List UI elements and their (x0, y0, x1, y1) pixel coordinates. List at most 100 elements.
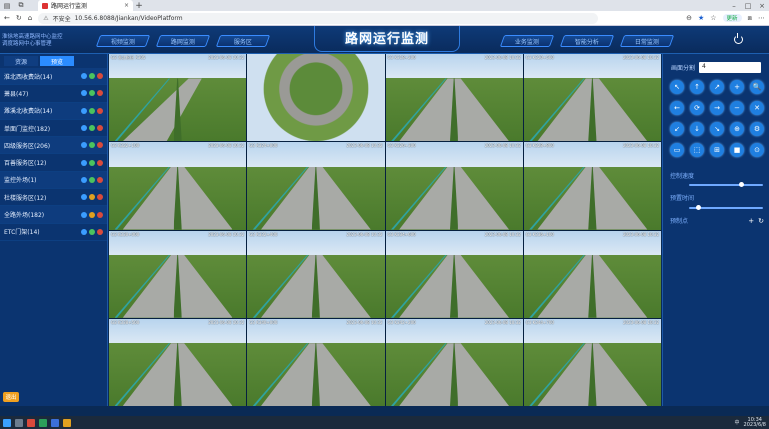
status-dot-icon[interactable] (89, 228, 95, 235)
camera-feed[interactable]: G3 K326+300 2023-06-08 10:32 (385, 142, 523, 230)
camera-feed[interactable]: G3 K320+500 2023-06-08 10:32 (523, 54, 661, 142)
status-dot-icon[interactable] (97, 211, 103, 218)
start-icon[interactable] (3, 418, 11, 427)
camera-feed[interactable]: G3 K332+400 2023-06-08 10:32 (247, 230, 385, 318)
refresh-icon[interactable]: ↻ (16, 14, 22, 22)
camera-group-item[interactable]: 淮北西收费站(14) (0, 68, 107, 86)
status-dot-icon[interactable] (97, 73, 103, 80)
status-dot-icon[interactable] (81, 73, 87, 80)
preset-time-slider[interactable] (689, 205, 763, 210)
status-dot-icon[interactable] (89, 159, 95, 166)
ptz-button[interactable]: ↓ (690, 122, 704, 136)
camera-group-item[interactable]: 全路外场(182) (0, 206, 107, 224)
add-preset-icon[interactable]: + (748, 217, 754, 225)
power-icon[interactable] (734, 33, 743, 44)
ptz-button[interactable]: ↙ (670, 122, 684, 136)
refresh-preset-icon[interactable]: ↻ (758, 217, 764, 225)
status-dot-icon[interactable] (97, 194, 103, 201)
status-dot-icon[interactable] (81, 125, 87, 132)
ptz-button[interactable]: ↑ (690, 80, 704, 94)
status-dot-icon[interactable] (81, 107, 87, 114)
exit-button[interactable]: 退出 (3, 392, 19, 402)
tab-actions-icon[interactable]: ⧉ (14, 0, 28, 11)
ptz-button[interactable]: → (710, 101, 724, 115)
speed-slider[interactable] (689, 182, 763, 187)
ptz-button[interactable]: ⊞ (710, 143, 724, 157)
window-menu-icon[interactable]: ▤ (0, 0, 14, 11)
speed-slider-knob[interactable] (738, 182, 744, 187)
nav-road-monitor[interactable]: 路网监测 (155, 35, 211, 47)
nav-video-monitor[interactable]: 视频监测 (95, 35, 151, 47)
more-icon[interactable]: ⋯ (758, 14, 765, 22)
minimize-icon[interactable]: – (727, 0, 741, 11)
camera-feed[interactable]: G3 K328+800 2023-06-08 10:32 (523, 142, 661, 230)
camera-feed[interactable]: G3 K336+100 2023-06-08 10:32 (523, 230, 661, 318)
status-dot-icon[interactable] (89, 73, 95, 80)
favorites-icon[interactable]: ☆ (710, 14, 716, 22)
nav-smart-analysis[interactable]: 智能分析 (559, 35, 615, 47)
ptz-button[interactable]: ⚙ (750, 122, 764, 136)
app-icon[interactable] (51, 418, 59, 427)
camera-feed[interactable]: G3 K322+100 2023-06-08 10:32 (109, 142, 247, 230)
status-dot-icon[interactable] (81, 90, 87, 97)
camera-group-item[interactable]: 监控外场(1) (0, 171, 107, 190)
camera-group-item[interactable]: 杜楼服务区(12) (0, 189, 107, 207)
status-dot-icon[interactable] (97, 142, 103, 149)
star-icon[interactable]: ★ (698, 14, 704, 22)
ptz-button[interactable]: ⟳ (690, 101, 704, 115)
camera-feed[interactable]: G3 K334+600 2023-06-08 10:32 (385, 230, 523, 318)
back-icon[interactable]: ← (4, 14, 10, 22)
ptz-button[interactable]: − (730, 101, 744, 115)
status-dot-icon[interactable] (81, 194, 87, 201)
status-dot-icon[interactable] (89, 107, 95, 114)
ptz-button[interactable]: ↗ (710, 80, 724, 94)
ptz-button[interactable]: ✕ (750, 101, 764, 115)
tab-preview[interactable]: 预览 (40, 56, 74, 66)
sync-pill[interactable]: 更新 (722, 14, 742, 22)
nav-service-area[interactable]: 服务区 (215, 35, 271, 47)
window-close-icon[interactable]: × (755, 0, 769, 11)
camera-group-item[interactable]: 四级服务区(206) (0, 137, 107, 155)
maximize-icon[interactable]: □ (741, 0, 755, 11)
close-icon[interactable]: × (124, 2, 129, 9)
ptz-button[interactable]: ⊙ (750, 143, 764, 157)
preset-time-slider-knob[interactable] (695, 205, 701, 210)
status-dot-icon[interactable] (97, 176, 103, 183)
folder-icon[interactable] (63, 418, 71, 427)
camera-feed[interactable]: G3 K344+700 2023-06-08 10:32 (523, 318, 661, 406)
ptz-button[interactable]: ↘ (710, 122, 724, 136)
tab-resources[interactable]: 资源 (4, 56, 38, 66)
ptz-button[interactable]: ← (670, 101, 684, 115)
camera-feed[interactable]: G3 K342+200 2023-06-08 10:32 (385, 318, 523, 406)
ptz-button[interactable]: 🔍 (750, 80, 764, 94)
camera-feed[interactable] (247, 54, 385, 142)
app-icon[interactable] (27, 418, 35, 427)
status-dot-icon[interactable] (97, 107, 103, 114)
status-dot-icon[interactable] (81, 176, 87, 183)
camera-feed[interactable]: G3 K330+000 2023-06-08 10:32 (109, 230, 247, 318)
lang-indicator[interactable]: 中 (735, 419, 740, 426)
status-dot-icon[interactable] (89, 176, 95, 183)
camera-feed[interactable]: G3 K318+200 2023-06-08 10:32 (385, 54, 523, 142)
status-dot-icon[interactable] (89, 194, 95, 201)
account-icon[interactable]: ⊖ (686, 14, 692, 22)
camera-group-item[interactable]: 萧县(47) (0, 85, 107, 103)
extensions-icon[interactable]: ⧈ (748, 14, 752, 23)
taskview-icon[interactable] (15, 418, 23, 427)
browser-tab[interactable]: 路网运行监测 × (38, 0, 133, 11)
nav-daily-monitor[interactable]: 日常监测 (619, 35, 675, 47)
status-dot-icon[interactable] (89, 90, 95, 97)
status-dot-icon[interactable] (97, 90, 103, 97)
camera-feed[interactable]: G3 K324+000 2023-06-08 10:32 (247, 142, 385, 230)
clock[interactable]: 10:34 2023/6/8 (744, 417, 766, 428)
home-icon[interactable]: ⌂ (28, 14, 32, 22)
status-dot-icon[interactable] (81, 142, 87, 149)
camera-group-item[interactable]: 单面门监控(182) (0, 120, 107, 138)
status-dot-icon[interactable] (89, 211, 95, 218)
camera-group-item[interactable]: 濉溪北收费站(14) (0, 102, 107, 120)
status-dot-icon[interactable] (81, 228, 87, 235)
ptz-button[interactable]: + (730, 80, 744, 94)
ptz-button[interactable]: ■ (730, 143, 744, 157)
camera-group-item[interactable]: 百善服务区(12) (0, 154, 107, 172)
status-dot-icon[interactable] (97, 159, 103, 166)
